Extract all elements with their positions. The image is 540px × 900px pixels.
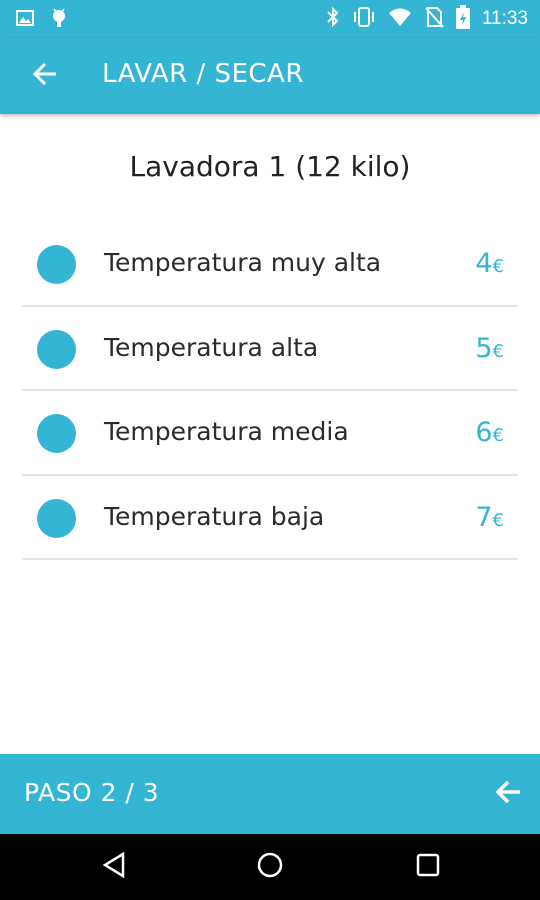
status-right-icons: 11:33: [326, 5, 528, 33]
step-label: PASO 2 / 3: [24, 778, 160, 807]
option-temperatura-baja[interactable]: Temperatura baja 7€: [22, 476, 518, 560]
option-label: Temperatura alta: [104, 332, 319, 362]
radio-button[interactable]: [37, 329, 76, 369]
vibrate-icon: [352, 6, 376, 32]
battery-icon: [455, 5, 470, 33]
option-price: 6€: [475, 417, 504, 448]
status-bar: 11:33: [0, 0, 540, 38]
status-time: 11:33: [481, 8, 528, 29]
app-title: LAVAR / SECAR: [102, 59, 304, 89]
radio-button[interactable]: [37, 498, 76, 538]
option-label: Temperatura muy alta: [104, 248, 382, 277]
option-label: Temperatura baja: [104, 501, 325, 531]
radio-button[interactable]: [37, 245, 76, 284]
back-button[interactable]: [28, 60, 62, 92]
wifi-icon: [388, 7, 412, 31]
system-nav-bar: [0, 834, 540, 900]
option-temperatura-alta[interactable]: Temperatura alta 5€: [22, 307, 518, 391]
android-icon: [50, 8, 68, 32]
option-temperatura-muy-alta[interactable]: Temperatura muy alta 4€: [22, 222, 518, 307]
nav-home-button[interactable]: [254, 851, 286, 883]
back-triangle-icon: [101, 851, 127, 883]
home-circle-icon: [256, 851, 284, 883]
no-sim-icon: [424, 6, 444, 32]
app-bar: LAVAR / SECAR: [0, 38, 540, 114]
step-back-button[interactable]: [492, 778, 524, 810]
image-icon: [16, 9, 34, 31]
bluetooth-icon: [326, 6, 340, 32]
option-price: 4€: [475, 248, 504, 279]
recents-square-icon: [415, 852, 441, 882]
temperature-options-list: Temperatura muy alta 4€ Temperatura alta…: [22, 222, 518, 560]
option-label: Temperatura media: [104, 417, 349, 446]
arrow-left-icon: [494, 780, 522, 808]
nav-back-button[interactable]: [98, 851, 130, 883]
machine-title: Lavadora 1 (12 kilo): [129, 150, 411, 183]
nav-recents-button[interactable]: [412, 851, 444, 883]
step-bar: PASO 2 / 3: [0, 754, 540, 834]
option-price: 7€: [475, 501, 504, 533]
status-left-icons: [16, 8, 68, 32]
option-temperatura-media[interactable]: Temperatura media 6€: [22, 391, 518, 476]
arrow-left-icon: [32, 62, 58, 90]
radio-button[interactable]: [37, 414, 76, 453]
option-price: 5€: [475, 332, 504, 364]
